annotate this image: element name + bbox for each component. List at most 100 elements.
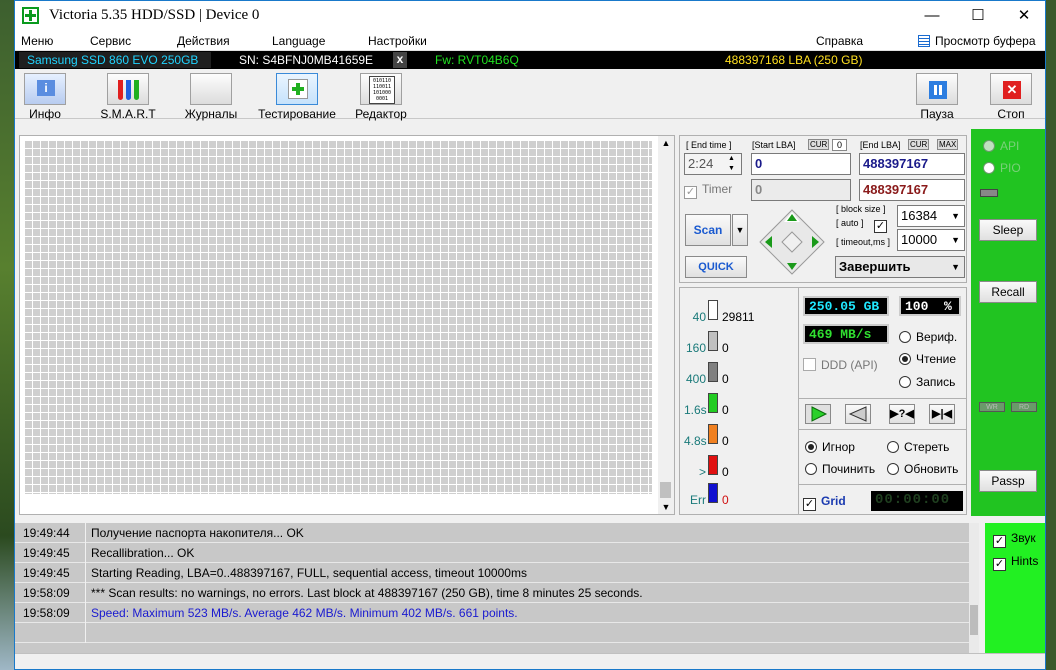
menu-service[interactable]: Сервис	[90, 34, 131, 48]
menu-view-buffer[interactable]: Просмотр буфера	[935, 34, 1036, 48]
device-close-button[interactable]: x	[393, 52, 407, 68]
scroll-up-icon: ▲	[661, 138, 671, 148]
end-lba-cur-button[interactable]: CUR	[908, 139, 930, 150]
latency-count: 0	[722, 341, 729, 355]
device-serial: SN: S4BFNJ0MB41659E	[239, 53, 374, 67]
info-button[interactable]: i Инфо	[23, 73, 67, 121]
latency-color-swatch	[708, 393, 718, 413]
skip-unknown-button[interactable]: ▶?◀	[889, 404, 915, 424]
latency-color-swatch	[708, 424, 718, 444]
pio-radio[interactable]: PIO	[983, 161, 1021, 175]
hints-checkbox[interactable]: ✓ Hints	[993, 554, 1038, 571]
device-model[interactable]: Samsung SSD 860 EVO 250GB	[27, 53, 198, 67]
log-message: Recallibration... OK	[91, 546, 195, 560]
verify-radio[interactable]: Вериф.	[899, 330, 957, 344]
log-row: 19:58:09 *** Scan results: no warnings, n…	[15, 583, 969, 603]
log-time: 19:58:09	[23, 606, 70, 620]
sleep-button[interactable]: Sleep	[979, 219, 1037, 241]
sound-checkbox[interactable]: ✓ Звук	[993, 531, 1036, 548]
menu-help[interactable]: Справка	[816, 34, 863, 48]
finish-action-select[interactable]: Завершить ▼	[835, 256, 965, 278]
quick-button[interactable]: QUICK	[685, 256, 747, 278]
log-row: 19:49:45 Starting Reading, LBA=0..4883971…	[15, 563, 969, 583]
scan-map-grid: ▲ ▼	[19, 135, 675, 515]
pause-button[interactable]: Пауза	[915, 73, 959, 121]
start-lba-cur-button[interactable]: CUR	[808, 139, 830, 150]
log-time: 19:49:45	[23, 546, 70, 560]
device-info-bar: Samsung SSD 860 EVO 250GB SN: S4BFNJ0MB4…	[15, 51, 1045, 69]
menu-menu[interactable]: Меню	[21, 34, 53, 48]
medkit-icon	[276, 73, 318, 105]
minimize-button[interactable]: —	[909, 1, 955, 31]
ddd-api-checkbox[interactable]: DDD (API)	[803, 358, 878, 372]
latency-count: 0	[722, 403, 729, 417]
menu-bar: Меню Сервис Действия Language Настройки …	[15, 31, 1045, 51]
smart-button[interactable]: S.M.A.R.T	[93, 73, 163, 121]
elapsed-timer-display: 00:00:00	[871, 491, 963, 511]
menu-language[interactable]: Language	[272, 34, 325, 48]
latency-count: 0	[722, 434, 729, 448]
passport-button[interactable]: Passp	[979, 470, 1037, 492]
play-button[interactable]	[805, 404, 831, 424]
repair-radio[interactable]: Починить	[805, 462, 875, 476]
scan-map-scrollbar[interactable]: ▲ ▼	[658, 136, 674, 514]
options-panel: ✓ Звук ✓ Hints	[985, 523, 1045, 653]
scan-status-panel: 250.05 GB 100 % 469 MB/s Вериф. Чтение З…	[799, 287, 967, 515]
maximize-button[interactable]: ☐	[955, 1, 1001, 31]
latency-label: 1.6s	[684, 403, 707, 417]
desktop-background	[0, 0, 14, 670]
stop-button[interactable]: ✕ Стоп	[989, 73, 1033, 121]
menu-actions[interactable]: Действия	[177, 34, 230, 48]
log-scrollbar[interactable]	[969, 523, 979, 653]
play-icon	[811, 406, 828, 422]
auto-block-checkbox[interactable]: ✓	[874, 216, 892, 233]
rewind-button[interactable]	[845, 404, 871, 424]
chevron-down-icon: ▼	[951, 262, 960, 272]
event-log: 19:49:44 Получение паспорта накопителя...…	[15, 523, 969, 653]
title-bar: Victoria 5.35 HDD/SSD | Device 0 — ☐ ✕	[15, 1, 1045, 31]
rd-indicator: RD	[1011, 402, 1037, 412]
end-lba-max-button[interactable]: MAX	[937, 139, 959, 150]
grid-checkbox[interactable]: ✓ Grid	[803, 494, 846, 511]
chevron-down-icon: ▼	[951, 211, 960, 221]
timer-input[interactable]: 0	[751, 179, 851, 201]
log-message: Получение паспорта накопителя... OK	[91, 526, 304, 540]
latency-count: 0	[722, 493, 729, 507]
close-button[interactable]: ✕	[1001, 1, 1045, 31]
read-radio[interactable]: Чтение	[899, 352, 956, 366]
menu-settings[interactable]: Настройки	[368, 34, 427, 48]
info-icon: i	[24, 73, 66, 105]
block-size-select[interactable]: 16384 ▼	[897, 205, 965, 227]
latency-label: 400	[685, 372, 706, 386]
log-row: 19:49:45 Recallibration... OK	[15, 543, 969, 563]
end-button[interactable]: ▶|◀	[929, 404, 955, 424]
scroll-down-icon: ▼	[661, 502, 671, 512]
scan-blocks	[24, 140, 652, 494]
progress-percent-display: 100 %	[899, 296, 961, 316]
latency-color-swatch	[708, 362, 718, 382]
ignore-radio[interactable]: Игнор	[805, 440, 855, 454]
write-radio[interactable]: Запись	[899, 375, 955, 389]
recall-button[interactable]: Recall	[979, 281, 1037, 303]
pause-icon	[916, 73, 958, 105]
device-firmware: Fw: RVT04B6Q	[435, 53, 519, 67]
testing-button[interactable]: Тестирование	[257, 73, 337, 121]
log-message: Starting Reading, LBA=0..488397167, FULL…	[91, 566, 527, 580]
timeout-select[interactable]: 10000 ▼	[897, 229, 965, 251]
rewind-icon	[848, 406, 867, 422]
start-lba-input[interactable]: 0	[751, 153, 851, 175]
scan-button[interactable]: Scan	[685, 214, 731, 246]
latency-color-swatch	[708, 331, 718, 351]
end-lba-input[interactable]: 488397167	[859, 153, 965, 175]
timer-checkbox[interactable]: ✓ Timer	[684, 182, 732, 199]
api-radio[interactable]: API	[983, 139, 1019, 153]
journals-icon	[190, 73, 232, 105]
journals-button[interactable]: Журналы	[181, 73, 241, 121]
erase-radio[interactable]: Стереть	[887, 440, 949, 454]
scan-dropdown-icon[interactable]: ▼	[732, 214, 748, 246]
direction-pad	[758, 208, 826, 276]
latency-count: 29811	[722, 310, 755, 324]
editor-button[interactable]: 010110 110011 101000 0001 Редактор	[351, 73, 411, 121]
refresh-radio[interactable]: Обновить	[887, 462, 958, 476]
end-time-spinner-icon[interactable]: ▲ ▼	[728, 154, 735, 174]
